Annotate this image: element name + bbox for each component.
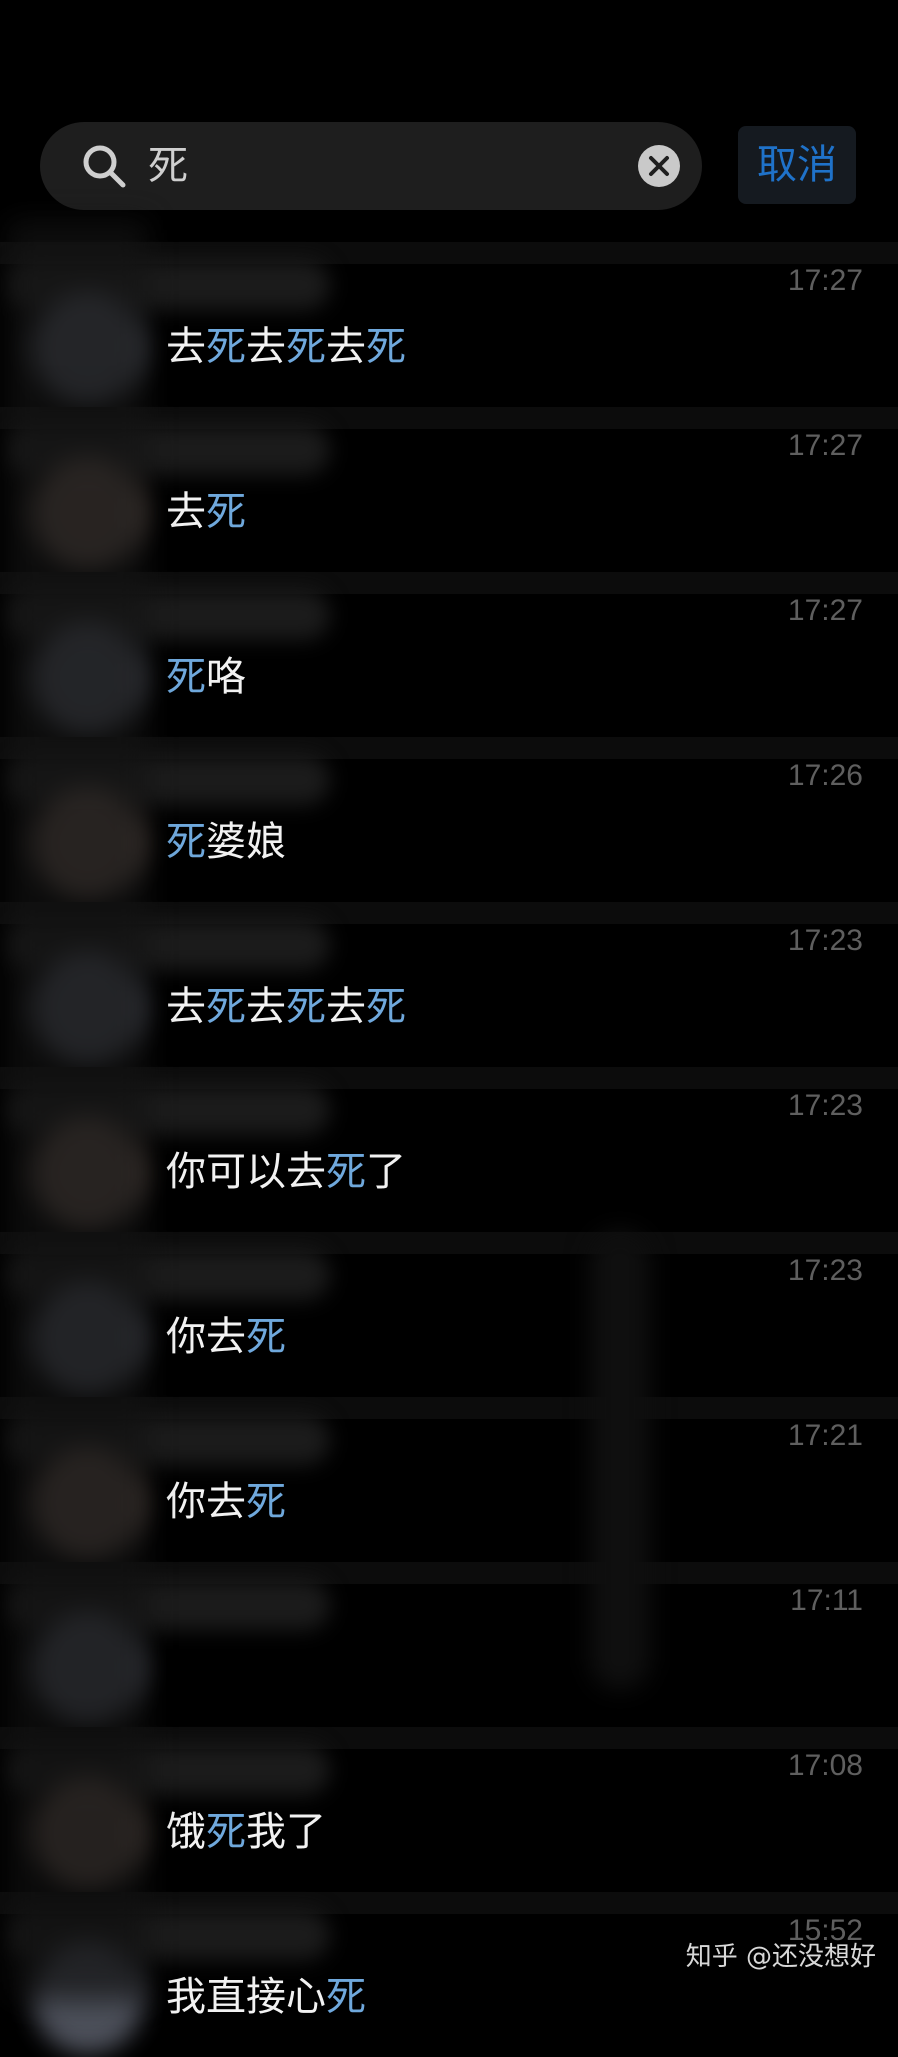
search-box[interactable]: 死 [40, 122, 702, 210]
keyword-highlight: 死 [366, 324, 406, 370]
message-fragment: 去 [326, 984, 366, 1030]
keyword-highlight: 死 [326, 1974, 366, 2020]
redaction-smear [590, 1230, 650, 1690]
message-fragment: 去 [326, 324, 366, 370]
message-fragment: 去 [246, 324, 286, 370]
message-text: 你可以去死了 [166, 1139, 406, 1197]
keyword-highlight: 死 [206, 324, 246, 370]
keyword-highlight: 死 [206, 489, 246, 535]
cancel-button[interactable]: 取消 [738, 126, 856, 204]
message-fragment: 我直接心 [166, 1974, 326, 2020]
message-text: 我直接心死 [166, 1964, 366, 2022]
message-time: 17:23 [787, 1089, 863, 1122]
message-time: 17:21 [787, 1419, 863, 1452]
keyword-highlight: 死 [366, 984, 406, 1030]
message-text: 去死去死去死 [166, 314, 406, 372]
message-fragment: 你去 [166, 1479, 246, 1525]
search-icon [83, 145, 126, 188]
message-time: 17:27 [787, 429, 863, 462]
message-fragment: 去 [166, 984, 206, 1030]
keyword-highlight: 死 [246, 1314, 286, 1360]
message-fragment: 饿 [166, 1809, 206, 1855]
message-fragment: 咯 [206, 654, 246, 700]
message-time: 17:27 [787, 264, 863, 297]
message-time: 17:23 [787, 1254, 863, 1287]
message-time: 17:26 [787, 759, 863, 792]
search-input[interactable]: 死 [148, 122, 188, 210]
message-time: 17:23 [787, 924, 863, 957]
message-text: 去死 [166, 479, 246, 537]
keyword-highlight: 死 [286, 984, 326, 1030]
message-text: 去死去死去死 [166, 974, 406, 1032]
keyword-highlight: 死 [166, 819, 206, 865]
message-text: 饿死我了 [166, 1799, 326, 1857]
message-text: 你去死 [166, 1469, 286, 1527]
message-text: 死咯 [166, 644, 246, 702]
message-fragment: 你去 [166, 1314, 246, 1360]
message-fragment: 你可以去 [166, 1149, 326, 1195]
watermark: 知乎 @还没想好 [685, 1942, 876, 1972]
redaction-smear [8, 220, 148, 2000]
message-fragment: 去 [166, 489, 206, 535]
keyword-highlight: 死 [246, 1479, 286, 1525]
message-fragment: 去 [246, 984, 286, 1030]
message-time: 17:08 [787, 1749, 863, 1782]
message-fragment: 我了 [246, 1809, 326, 1855]
clear-icon[interactable] [636, 143, 682, 189]
keyword-highlight: 死 [206, 984, 246, 1030]
keyword-highlight: 死 [166, 654, 206, 700]
message-text: 你去死 [166, 1304, 286, 1362]
message-text: 死婆娘 [166, 809, 286, 867]
message-fragment: 去 [166, 324, 206, 370]
keyword-highlight: 死 [286, 324, 326, 370]
keyword-highlight: 死 [326, 1149, 366, 1195]
message-time: 17:11 [790, 1584, 863, 1617]
message-fragment: 了 [366, 1149, 406, 1195]
top-bar: 死 取消 [0, 0, 898, 230]
keyword-highlight: 死 [206, 1809, 246, 1855]
message-fragment: 婆娘 [206, 819, 286, 865]
message-time: 17:27 [787, 594, 863, 627]
